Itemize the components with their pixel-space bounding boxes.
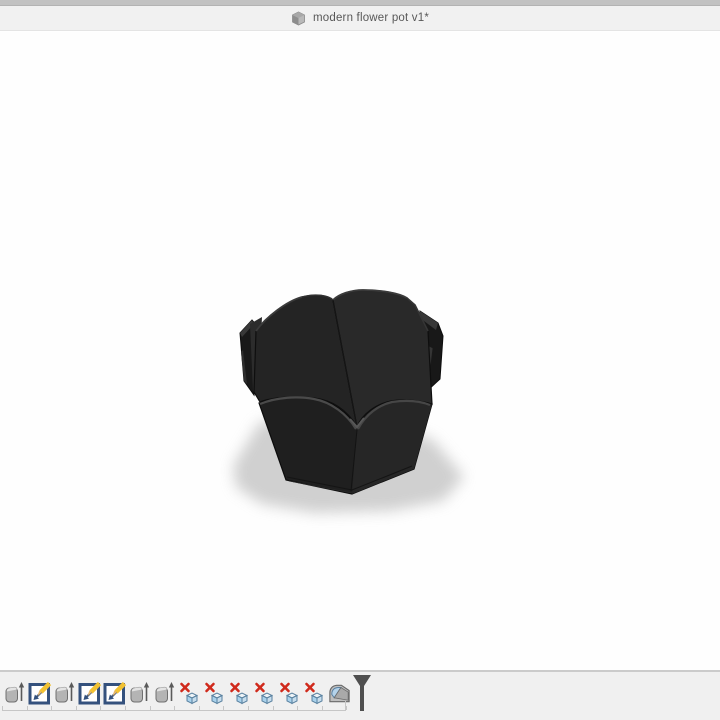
timeline-feature-error-12[interactable] [277,678,302,708]
timeline-ruler-tick [248,706,249,710]
timeline-feature-sketch-4[interactable] [77,678,102,708]
feature-error-icon [304,682,323,705]
timeline-ruler-tick [174,706,176,710]
timeline-playhead[interactable] [352,675,372,713]
timeline-ruler-tick [100,706,102,710]
document-title: modern flower pot v1* [312,12,430,24]
timeline-feature-error-11[interactable] [252,678,277,708]
flower-pot-model[interactable] [220,270,480,550]
timeline-feature-error-13[interactable] [302,678,327,708]
extrude-icon [155,681,174,702]
timeline-ruler-tick [272,706,274,710]
timeline-ruler-tick [2,706,3,710]
sketch-icon [28,681,51,705]
document-tab-bar: modern flower pot v1* [0,6,720,31]
timeline-feature-sketch-5[interactable] [102,678,127,708]
fusion-app-window: modern flower pot v1* [0,0,720,720]
document-cube-icon [291,11,306,26]
extrude-icon [130,681,149,702]
sketch-icon [78,681,101,705]
feature-error-icon [229,682,248,705]
timeline-ruler-tick [149,706,151,710]
timeline-feature-error-10[interactable] [227,678,252,708]
timeline-features [2,678,352,708]
feature-error-icon [179,682,198,705]
timeline-ruler-tick [198,706,200,710]
timeline-ruler-tick [125,706,126,710]
timeline-ruler-tick [297,706,299,710]
viewport-canvas[interactable] [0,32,720,670]
timeline-feature-extrude-7[interactable] [152,678,177,708]
feature-error-icon [279,682,298,705]
timeline-feature-extrude-1[interactable] [2,678,27,708]
sketch-icon [103,681,126,705]
extrude-icon [5,681,24,702]
timeline-ruler-tick [346,706,348,710]
timeline-feature-fillet-14[interactable] [327,678,352,708]
feature-error-icon [204,682,223,705]
timeline-feature-extrude-6[interactable] [127,678,152,708]
timeline-feature-error-8[interactable] [177,678,202,708]
timeline-feature-extrude-3[interactable] [52,678,77,708]
timeline-ruler-tick [75,706,77,710]
timeline-feature-sketch-2[interactable] [27,678,52,708]
timeline-feature-error-9[interactable] [202,678,227,708]
timeline-ruler-tick [51,706,53,710]
timeline-ruler [2,710,346,711]
document-tab[interactable]: modern flower pot v1* [275,6,445,30]
timeline-bar [0,670,720,720]
timeline-ruler-tick [26,706,28,710]
timeline-ruler-tick [321,706,323,710]
feature-error-icon [254,682,273,705]
fillet-icon [329,684,350,703]
timeline-ruler-tick [223,706,225,710]
extrude-icon [55,681,74,702]
